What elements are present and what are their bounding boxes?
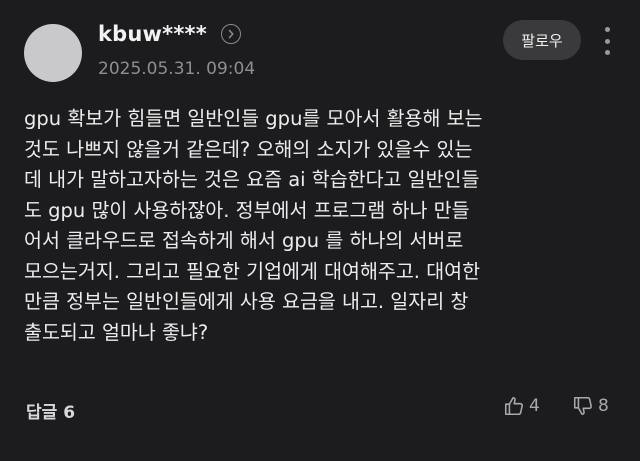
- avatar[interactable]: [24, 24, 82, 82]
- like-button[interactable]: 4: [503, 395, 540, 417]
- replies-label: 답글: [26, 403, 58, 423]
- comment-line: gpu 확보가 힘들면 일반인들 gpu를 모아서 활용해 보는: [24, 107, 483, 130]
- username[interactable]: kbuw****: [98, 22, 207, 46]
- comment-line: 것도 나쁘지 않을거 같은데? 오해의 소지가 있을수 있는: [24, 137, 473, 161]
- thumbs-down-icon: [573, 396, 592, 416]
- chevron-right-icon[interactable]: [220, 24, 241, 44]
- more-dot: [604, 38, 610, 44]
- more-vertical-icon[interactable]: [597, 24, 617, 58]
- comment-line: 출도되고 얼마나 좋냐?: [24, 320, 209, 344]
- comment-body: gpu 확보가 힘들면 일반인들 gpu를 모아서 활용해 보는 것도 나쁘지 …: [24, 104, 624, 348]
- dislike-button[interactable]: 8: [572, 395, 609, 417]
- comment-line: 데 내가 말하고자하는 것은 요즘 ai 학습한다고 일반인들: [24, 168, 480, 191]
- replies-button[interactable]: 답글 6: [26, 398, 81, 423]
- follow-button[interactable]: 팔로우: [503, 20, 581, 60]
- more-dot: [604, 50, 610, 55]
- dislike-count: 8: [598, 396, 609, 416]
- comment-line: 모으는거지. 그리고 필요한 기업에게 대여해주고. 대여한: [24, 259, 481, 283]
- more-dot: [604, 27, 610, 32]
- comment-line: 어서 클라우드로 접속하게 해서 gpu 를 하나의 서버로: [24, 229, 464, 252]
- comment-line: 도 gpu 많이 사용하잖아. 정부에서 프로그램 하나 만들: [24, 198, 470, 222]
- replies-count: 6: [63, 403, 76, 423]
- comment-line: 만큼 정부는 일반인들에게 사용 요금을 내고. 일자리 창: [24, 290, 469, 313]
- author-row: kbuw****: [98, 22, 241, 46]
- comment-date: 2025.05.31. 09:04: [98, 59, 256, 79]
- like-count: 4: [529, 396, 540, 416]
- thumbs-up-icon: [504, 396, 523, 416]
